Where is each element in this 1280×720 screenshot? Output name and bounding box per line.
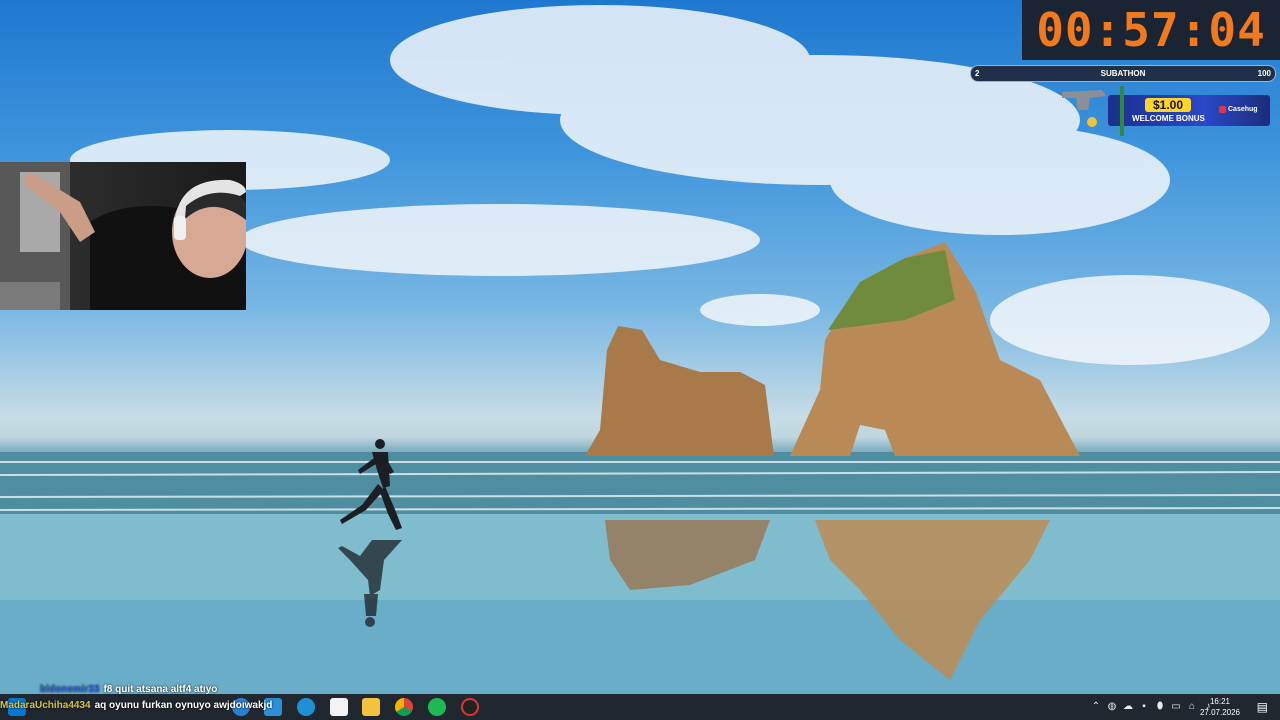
webcam-feed	[0, 162, 246, 310]
subathon-max: 100	[1257, 69, 1271, 78]
chat-message: bldonemir33 f8 quit atsana altf4 atıyo	[40, 684, 217, 695]
chevron-up-icon[interactable]: ⌃	[1090, 701, 1102, 713]
pistol-icon	[1062, 86, 1124, 136]
chat-text: aq oyunu furkan oynuyo awjdoıwakjd	[94, 700, 273, 711]
chat-message: MadaraUchiha4434 aq oyunu furkan oynuyo a…	[0, 700, 272, 711]
subathon-label: SUBATHON	[1100, 69, 1146, 78]
chrome-icon[interactable]	[395, 698, 413, 716]
tray-app-icon[interactable]: ◍	[1106, 701, 1118, 713]
app-icon[interactable]: ▪	[1138, 701, 1150, 713]
obs-icon[interactable]	[461, 698, 479, 716]
taskbar-clock[interactable]: 16:21 27.07.2026	[1196, 696, 1244, 718]
spotify-icon[interactable]	[428, 698, 446, 716]
promo-amount: $1.00	[1145, 98, 1192, 112]
notification-icon[interactable]: ▤	[1257, 700, 1268, 714]
system-tray: ⌃ ◍ ☁ ▪ ⬮ ▭ ⌂ ♪ 16:21 27.07.2026 ▤	[1080, 694, 1280, 720]
microphone-icon[interactable]: ⬮	[1154, 701, 1166, 713]
subathon-bar: 2 SUBATHON 100	[970, 65, 1276, 82]
promo-brand: Casehug	[1228, 106, 1258, 113]
stream-timer: 00:57:04	[1022, 0, 1280, 60]
cloud-icon[interactable]: ☁	[1122, 701, 1134, 713]
clock-time: 16:21	[1209, 697, 1231, 706]
chat-username: bldonemir33	[40, 684, 100, 695]
display-icon[interactable]: ▭	[1170, 701, 1182, 713]
promo-banner: $1.00 WELCOME BONUS Casehug	[1108, 95, 1270, 126]
chat-overlay: bldonemir33 f8 quit atsana altf4 atıyo Ma…	[0, 683, 380, 717]
chat-username: MadaraUchiha4434	[0, 700, 91, 711]
chat-text: f8 quit atsana altf4 atıyo	[103, 684, 218, 695]
streamer-webcam	[0, 162, 246, 310]
promo-bonus-label: WELCOME BONUS	[1132, 114, 1205, 123]
clock-date: 27.07.2026	[1199, 708, 1241, 717]
casehug-logo-icon	[1219, 106, 1226, 113]
